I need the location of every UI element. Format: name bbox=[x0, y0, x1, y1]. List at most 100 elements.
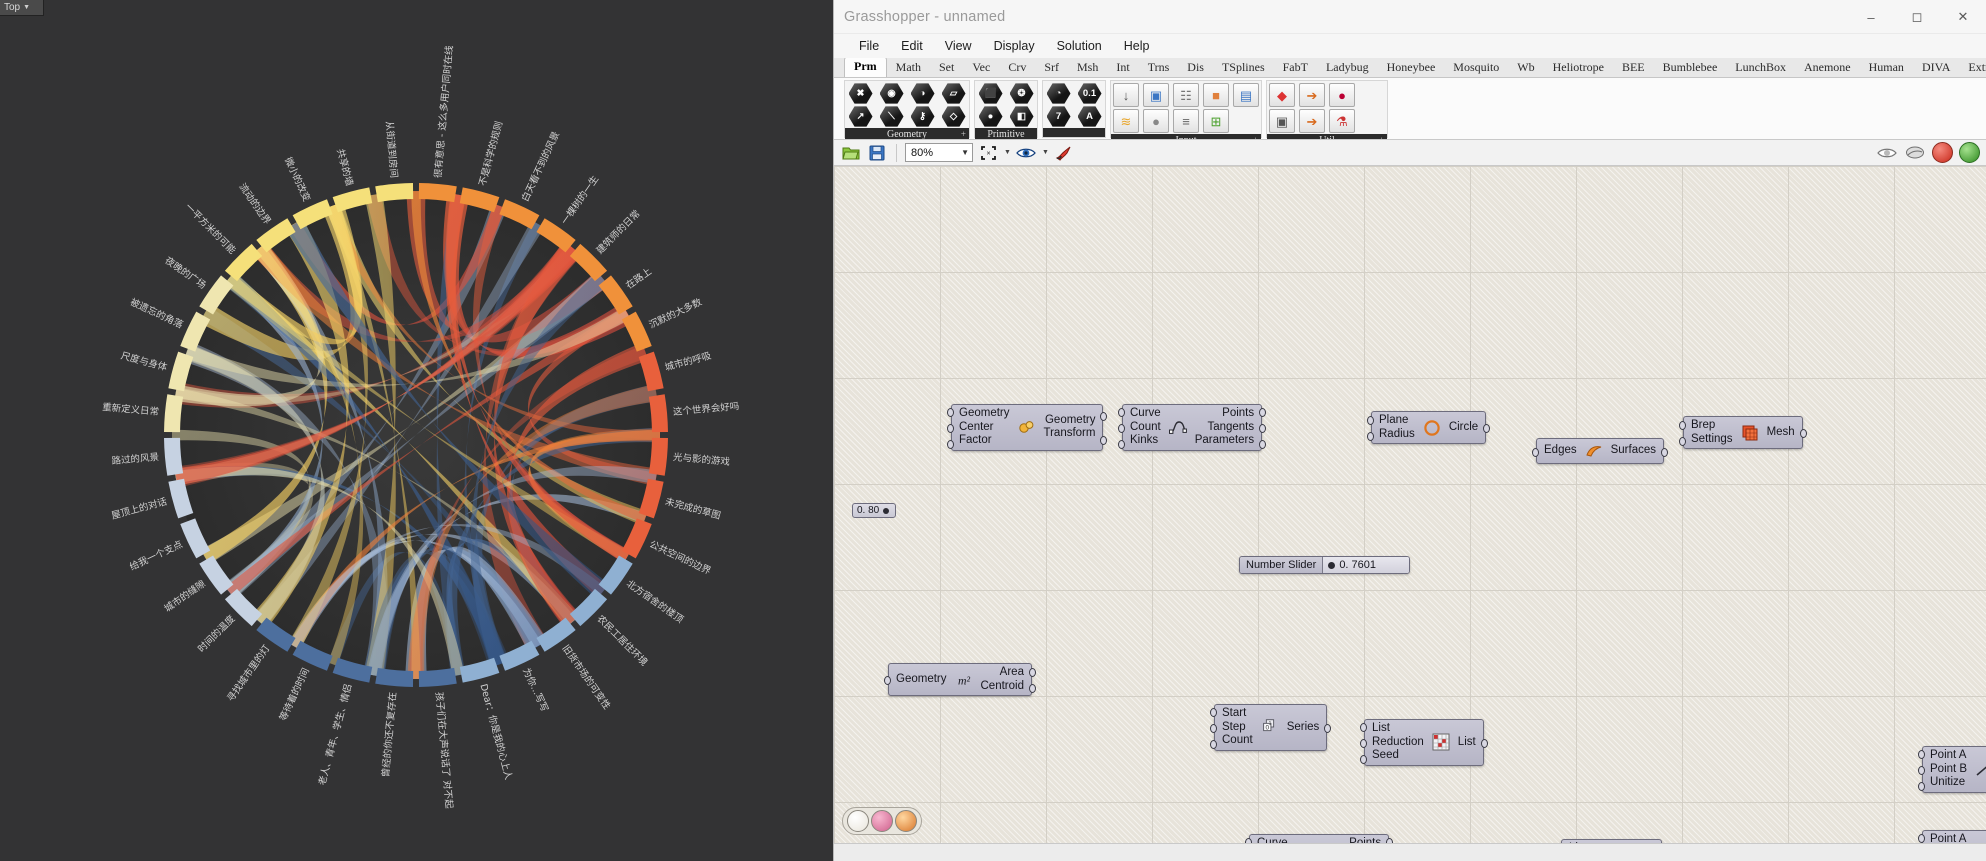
ribbon-toolbar[interactable]: ✖ ◉ ◑ ▱ ↗ ⟍ ⚷ ◇ Geometry + ⬛ ❂ ● ◧ Primitive ◔ 0.1 7 A ↓ ▣ ☷ ■… bbox=[834, 78, 1986, 140]
node-input-port[interactable] bbox=[1118, 424, 1125, 433]
expand-plus-icon[interactable]: + bbox=[961, 128, 966, 139]
arrow-right-icon[interactable]: ➔ bbox=[1299, 83, 1325, 107]
close-x-icon[interactable]: ✖ bbox=[846, 83, 875, 104]
bomb-icon[interactable]: ● bbox=[1329, 83, 1355, 107]
node-input-param[interactable]: Geometry bbox=[956, 407, 1013, 421]
tab-human[interactable]: Human bbox=[1860, 58, 1913, 77]
gradient-icon[interactable]: ≋ bbox=[1113, 109, 1139, 133]
tab-vec[interactable]: Vec bbox=[963, 58, 999, 77]
node-input-port[interactable] bbox=[1367, 432, 1374, 442]
titlebar[interactable]: Grasshopper - unnamed – ◻ ✕ bbox=[834, 0, 1986, 34]
circle-pink-icon[interactable] bbox=[871, 810, 893, 832]
tab-int[interactable]: Int bbox=[1107, 58, 1138, 77]
chevron-down-icon[interactable]: ▼ bbox=[961, 148, 969, 157]
tab-tsplines[interactable]: TSplines bbox=[1213, 58, 1274, 77]
slider-knob-icon[interactable] bbox=[883, 507, 890, 514]
menu-item-help[interactable]: Help bbox=[1113, 36, 1161, 56]
node-input-port[interactable] bbox=[1245, 838, 1252, 843]
node-input-param[interactable]: Curve bbox=[1254, 837, 1291, 843]
canvas-widget-bar[interactable] bbox=[842, 807, 922, 835]
number-slider-track[interactable]: 0. 7601 bbox=[1323, 557, 1410, 573]
node-transform[interactable]: Geometry Center Factor Geometry Transform bbox=[947, 404, 1108, 451]
node-input-param[interactable]: Unitize bbox=[1927, 776, 1968, 790]
zoom-level-combobox[interactable]: 80% ▼ bbox=[905, 143, 973, 162]
tab-fabt[interactable]: FabT bbox=[1274, 58, 1317, 77]
node-input-param[interactable]: Factor bbox=[956, 434, 995, 448]
node-input-param[interactable]: Edges bbox=[1541, 444, 1580, 458]
tab-honeybee[interactable]: Honeybee bbox=[1378, 58, 1445, 77]
node-input-port[interactable] bbox=[1532, 447, 1539, 457]
chart-icon[interactable]: ☷ bbox=[1173, 83, 1199, 107]
plane-surface-icon[interactable]: ▱ bbox=[939, 83, 968, 104]
eye-preview-icon[interactable] bbox=[1015, 143, 1037, 163]
circle-white-icon[interactable] bbox=[847, 810, 869, 832]
profiler-icon[interactable] bbox=[1876, 143, 1898, 163]
node-output-param[interactable]: Area bbox=[997, 666, 1027, 680]
tab-srf[interactable]: Srf bbox=[1035, 58, 1068, 77]
node-output-param[interactable]: Geometry bbox=[1042, 414, 1099, 428]
save-floppy-icon[interactable] bbox=[866, 143, 888, 163]
text-a-icon[interactable]: A bbox=[1075, 106, 1104, 127]
node-circle[interactable]: Plane Radius Circle bbox=[1367, 411, 1491, 444]
node-divide-2[interactable]: CurveCountKinks PointsTangentsParameters bbox=[1245, 834, 1394, 843]
arrow-right2-icon[interactable]: ➔ bbox=[1299, 109, 1325, 133]
tab-bumblebee[interactable]: Bumblebee bbox=[1654, 58, 1727, 77]
node-output-param[interactable]: Surfaces bbox=[1608, 444, 1659, 458]
circle-orange-icon[interactable] bbox=[895, 810, 917, 832]
blue-panel-icon[interactable]: ▤ bbox=[1233, 83, 1259, 107]
tab-lunchbox[interactable]: LunchBox bbox=[1726, 58, 1795, 77]
node-input-param[interactable]: Settings bbox=[1688, 433, 1736, 447]
node-output-param[interactable]: List bbox=[1455, 736, 1479, 750]
node-output-port[interactable] bbox=[1799, 429, 1807, 438]
node-input-param[interactable]: List bbox=[1566, 842, 1590, 843]
tab-dis[interactable]: Dis bbox=[1178, 58, 1213, 77]
node-output-port[interactable] bbox=[1028, 667, 1036, 677]
menu-item-file[interactable]: File bbox=[848, 36, 890, 56]
tab-bee[interactable]: BEE bbox=[1613, 58, 1654, 77]
node-input-port[interactable] bbox=[1360, 723, 1367, 733]
node-input-port[interactable] bbox=[947, 408, 954, 418]
node-series-1[interactable]: Start Step Count 0 1 Series bbox=[1210, 704, 1332, 751]
node-input-param[interactable]: Radius bbox=[1376, 428, 1418, 442]
gh-canvas[interactable]: Geometry Center Factor Geometry Transform Cur… bbox=[834, 166, 1986, 843]
tab-ladybug[interactable]: Ladybug bbox=[1317, 58, 1378, 77]
menu-item-view[interactable]: View bbox=[934, 36, 983, 56]
node-input-port[interactable] bbox=[1918, 834, 1925, 843]
canvas-toolbar[interactable]: 80% ▼ × ▼ ▼ bbox=[834, 140, 1986, 166]
node-input-port[interactable] bbox=[1210, 708, 1217, 718]
node-input-param[interactable]: Point B bbox=[1927, 763, 1970, 777]
tab-mosquito[interactable]: Mosquito bbox=[1444, 58, 1508, 77]
tab-wb[interactable]: Wb bbox=[1508, 58, 1543, 77]
maximize-button[interactable]: ◻ bbox=[1894, 0, 1940, 34]
diamond-icon[interactable]: ◇ bbox=[939, 106, 968, 127]
node-output-param[interactable]: Parameters bbox=[1192, 434, 1257, 448]
zoom-extents-icon[interactable]: × bbox=[977, 143, 999, 163]
node-vector2pt-1[interactable]: Point A Point B Unitize bbox=[1918, 746, 1986, 793]
node-input-port[interactable] bbox=[1360, 739, 1367, 748]
node-brep-edges[interactable]: Edges Surfaces bbox=[1532, 438, 1668, 464]
node-random-reduce[interactable]: List Reduction Seed List bbox=[1360, 719, 1488, 766]
node-input-param[interactable]: Reduction bbox=[1369, 736, 1427, 750]
node-area[interactable]: Geometry m² Area Centroid bbox=[884, 663, 1036, 696]
node-input-param[interactable]: Plane bbox=[1376, 414, 1411, 428]
node-output-param[interactable]: Series bbox=[1284, 721, 1323, 735]
camera-icon[interactable]: ▣ bbox=[1269, 109, 1295, 133]
node-list-item[interactable]: ListIndexWrapItem bbox=[1561, 839, 1662, 843]
node-input-param[interactable]: Count bbox=[1219, 734, 1256, 748]
node-output-port[interactable] bbox=[1259, 439, 1267, 449]
node-output-param[interactable]: Points bbox=[1219, 407, 1257, 421]
sphere-icon[interactable]: ● bbox=[976, 106, 1005, 127]
node-input-param[interactable]: Center bbox=[956, 421, 997, 435]
import-icon[interactable]: ↓ bbox=[1113, 83, 1139, 107]
node-mesh-brep[interactable]: Brep Settings Mesh bbox=[1679, 416, 1807, 449]
grid-green-icon[interactable]: ⊞ bbox=[1203, 109, 1229, 133]
chevron-down-icon[interactable]: ▼ bbox=[1004, 149, 1011, 156]
sphere-grey-icon[interactable]: ● bbox=[1143, 109, 1169, 133]
node-input-port[interactable] bbox=[1210, 739, 1217, 749]
node-input-param[interactable]: Start bbox=[1219, 707, 1249, 721]
node-input-param[interactable]: Geometry bbox=[893, 673, 950, 687]
disc-icon[interactable]: ◑ bbox=[908, 83, 937, 104]
preview-shaded-icon[interactable] bbox=[1904, 143, 1926, 163]
save-floppy-icon[interactable]: ▣ bbox=[1143, 83, 1169, 107]
node-input-port[interactable] bbox=[1679, 420, 1686, 430]
